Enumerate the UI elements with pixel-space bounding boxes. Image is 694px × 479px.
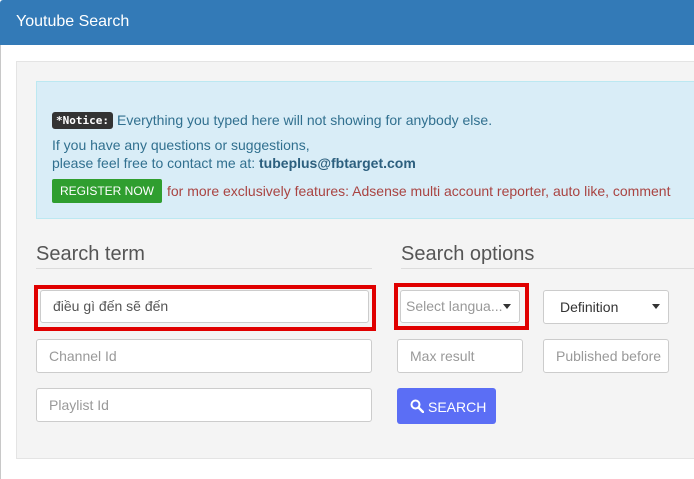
channel-id-input[interactable]: Channel Id <box>36 339 372 373</box>
notice-line-2: If you have any questions or suggestions… <box>52 137 310 153</box>
notice-privacy-text: Everything you typed here will not showi… <box>116 112 493 128</box>
search-term-divider <box>36 268 372 269</box>
language-highlight-box <box>394 283 529 330</box>
panel-header: Youtube Search <box>0 0 694 45</box>
notice-badge: *Notice: <box>52 112 113 129</box>
search-icon <box>410 399 424 413</box>
notice-line-1: *Notice: Everything you typed here will n… <box>52 112 492 129</box>
search-button[interactable]: SEARCH <box>397 388 496 424</box>
chevron-down-icon <box>652 304 660 309</box>
search-term-heading: Search term <box>36 243 145 265</box>
panel-left-border <box>0 45 1 479</box>
contact-email: tubeplus@fbtarget.com <box>259 155 416 171</box>
definition-select[interactable]: Definition <box>543 290 669 324</box>
search-options-heading: Search options <box>401 243 535 265</box>
search-options-divider <box>401 268 694 269</box>
search-button-label: SEARCH <box>428 399 487 415</box>
playlist-id-input[interactable]: Playlist Id <box>36 388 372 422</box>
register-text: for more exclusively features: Adsense m… <box>167 183 671 199</box>
notice-box: *Notice: Everything you typed here will n… <box>36 81 694 219</box>
register-now-button[interactable]: REGISTER NOW <box>52 179 162 203</box>
published-before-input[interactable]: Published before <box>543 339 669 373</box>
query-highlight-box <box>34 285 376 331</box>
definition-select-label: Definition <box>560 299 619 315</box>
notice-line-3: please feel free to contact me at: tubep… <box>52 155 416 171</box>
panel-title: Youtube Search <box>16 13 130 30</box>
max-result-input[interactable]: Max result <box>397 339 523 373</box>
contact-text: please feel free to contact me at: <box>52 155 260 171</box>
